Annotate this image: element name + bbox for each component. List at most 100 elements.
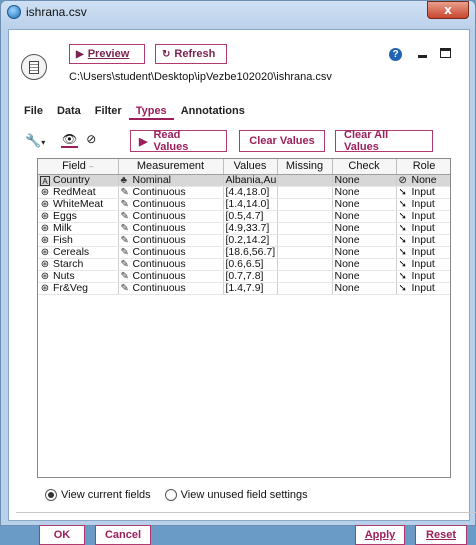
cell-values[interactable]: [4.9,33.7]: [223, 222, 278, 235]
table-row[interactable]: ACountry♣NominalAlbania,Au... None⊘None: [38, 174, 450, 187]
cell-check[interactable]: None: [332, 246, 397, 259]
cell-values[interactable]: [0.6,6.5]: [223, 258, 278, 271]
tab-annotations[interactable]: Annotations: [174, 102, 252, 120]
cell-role[interactable]: ➘ Input: [396, 198, 450, 211]
cell-missing[interactable]: [277, 282, 333, 295]
table-row[interactable]: ⊛ RedMeat ✎ Continuous [4.4,18.0] None ➘ Input: [38, 186, 450, 199]
preview-button[interactable]: ▶ Preview: [69, 44, 145, 64]
cell-missing[interactable]: [277, 258, 333, 271]
cell-role[interactable]: ➘ Input: [396, 258, 450, 271]
cell-measurement[interactable]: ✎ Continuous: [118, 198, 224, 211]
cell-measurement[interactable]: ✎ Continuous: [118, 222, 224, 235]
input-arrow-icon: ➘: [398, 210, 407, 222]
cell-check[interactable]: None: [332, 174, 397, 187]
cell-role[interactable]: ➘ Input: [396, 186, 450, 199]
show-fields-eye-icon[interactable]: 👁: [61, 132, 79, 148]
cell-role[interactable]: ⊘ None: [396, 174, 450, 187]
column-header-role[interactable]: Role: [396, 159, 450, 175]
cell-role[interactable]: ➘ Input: [396, 210, 450, 223]
cell-measurement[interactable]: ♣ Nominal: [118, 174, 224, 187]
cell-missing[interactable]: [277, 174, 333, 187]
cell-role[interactable]: ➘ Input: [396, 282, 450, 295]
cell-measurement[interactable]: ✎ Continuous: [118, 282, 224, 295]
view-current-radio[interactable]: [45, 489, 57, 501]
read-values-button[interactable]: ▶ Read Values: [130, 129, 227, 153]
cell-check[interactable]: None: [332, 234, 397, 247]
cell-role[interactable]: ➘ Input: [396, 246, 450, 259]
input-arrow-icon: ➘: [398, 258, 407, 270]
cell-check[interactable]: None: [332, 198, 397, 211]
cell-check[interactable]: None: [332, 258, 397, 271]
cell-measurement[interactable]: ✎ Continuous: [118, 246, 224, 259]
table-row[interactable]: ⊛ Nuts ✎ Continuous [0.7,7.8] None ➘ Input: [38, 270, 450, 283]
cell-missing[interactable]: [277, 186, 333, 199]
reset-button[interactable]: Reset: [415, 525, 467, 545]
cell-field: ⊛ Milk: [38, 222, 119, 235]
cell-measurement[interactable]: ✎ Continuous: [118, 186, 224, 199]
table-row[interactable]: ⊛ Cereals ✎ Continuous [18.6,56.7] None ➘ Input: [38, 246, 450, 259]
column-header-check[interactable]: Check: [332, 159, 397, 175]
tab-types[interactable]: Types: [128, 102, 174, 120]
input-arrow-icon: ➘: [398, 246, 407, 258]
cancel-button[interactable]: Cancel: [95, 525, 151, 545]
cell-values[interactable]: [1.4,14.0]: [223, 198, 278, 211]
view-unused-radio[interactable]: [164, 489, 177, 501]
numeric-type-icon: ⊛: [40, 210, 50, 222]
column-header-measurement[interactable]: Measurement: [118, 159, 224, 175]
visibility-toggles: 👁 ⊘: [61, 132, 96, 148]
cell-measurement[interactable]: ✎ Continuous: [118, 270, 224, 283]
table-row[interactable]: ⊛ Fr&Veg ✎ Continuous [1.4,7.9] None ➘ Input: [38, 282, 450, 295]
close-button[interactable]: x: [427, 1, 469, 19]
cell-measurement[interactable]: ✎ Continuous: [118, 234, 224, 247]
cell-missing[interactable]: [277, 234, 333, 247]
cell-role[interactable]: ➘ Input: [396, 234, 450, 247]
title-bar[interactable]: ishrana.csv x: [1, 1, 475, 23]
cell-values[interactable]: Albania,Au...: [223, 174, 278, 187]
cell-role[interactable]: ➘ Input: [396, 270, 450, 283]
wrench-menu-icon[interactable]: 🔧▾: [25, 133, 45, 149]
cell-missing[interactable]: [277, 270, 333, 283]
cell-check[interactable]: None: [332, 186, 397, 199]
column-header-values[interactable]: Values: [223, 159, 278, 175]
cell-measurement[interactable]: ✎ Continuous: [118, 210, 224, 223]
minimize-icon[interactable]: [418, 55, 427, 58]
cell-values[interactable]: [4.4,18.0]: [223, 186, 278, 199]
table-row[interactable]: ⊛ Milk ✎ Continuous [4.9,33.7] None ➘ Input: [38, 222, 450, 235]
cell-values[interactable]: [0.2,14.2]: [223, 234, 278, 247]
tab-data[interactable]: Data: [50, 102, 88, 120]
apply-button[interactable]: Apply: [355, 525, 405, 545]
help-icon[interactable]: ?: [389, 48, 402, 61]
cell-missing[interactable]: [277, 246, 333, 259]
cell-check[interactable]: None: [332, 270, 397, 283]
tab-file[interactable]: File: [17, 102, 50, 120]
cell-role[interactable]: ➘ Input: [396, 222, 450, 235]
clear-all-values-button[interactable]: Clear All Values: [335, 129, 433, 153]
cell-check[interactable]: None: [332, 282, 397, 295]
cell-field: ⊛ Eggs: [38, 210, 119, 223]
types-toolbar: 🔧▾ 👁 ⊘ ▶ Read Values Clear Values Clear …: [17, 129, 463, 155]
view-current-label[interactable]: View current fields: [61, 489, 151, 501]
table-row[interactable]: ⊛ Eggs ✎ Continuous [0.5,4.7] None ➘ Input: [38, 210, 450, 223]
clear-values-button[interactable]: Clear Values: [239, 130, 325, 152]
cell-check[interactable]: None: [332, 222, 397, 235]
cell-values[interactable]: [18.6,56.7]: [223, 246, 278, 259]
cell-missing[interactable]: [277, 210, 333, 223]
cell-values[interactable]: [1.4,7.9]: [223, 282, 278, 295]
cell-check[interactable]: None: [332, 210, 397, 223]
refresh-button[interactable]: ↻ Refresh: [155, 44, 227, 64]
cell-missing[interactable]: [277, 198, 333, 211]
hide-fields-eye-icon[interactable]: ⊘: [86, 132, 96, 148]
view-unused-label[interactable]: View unused field settings: [181, 489, 308, 501]
table-row[interactable]: ⊛ WhiteMeat ✎ Continuous [1.4,14.0] None ➘ Inpu…: [38, 198, 450, 211]
cell-values[interactable]: [0.7,7.8]: [223, 270, 278, 283]
ok-button[interactable]: OK: [39, 525, 85, 545]
cell-measurement[interactable]: ✎ Continuous: [118, 258, 224, 271]
maximize-icon[interactable]: [440, 48, 451, 58]
tab-filter[interactable]: Filter: [88, 102, 129, 120]
cell-missing[interactable]: [277, 222, 333, 235]
column-header-field[interactable]: Field ‒: [38, 159, 119, 175]
column-header-missing[interactable]: Missing: [277, 159, 333, 175]
table-row[interactable]: ⊛ Fish ✎ Continuous [0.2,14.2] None ➘ Input: [38, 234, 450, 247]
table-row[interactable]: ⊛ Starch ✎ Continuous [0.6,6.5] None ➘ Input: [38, 258, 450, 271]
cell-values[interactable]: [0.5,4.7]: [223, 210, 278, 223]
